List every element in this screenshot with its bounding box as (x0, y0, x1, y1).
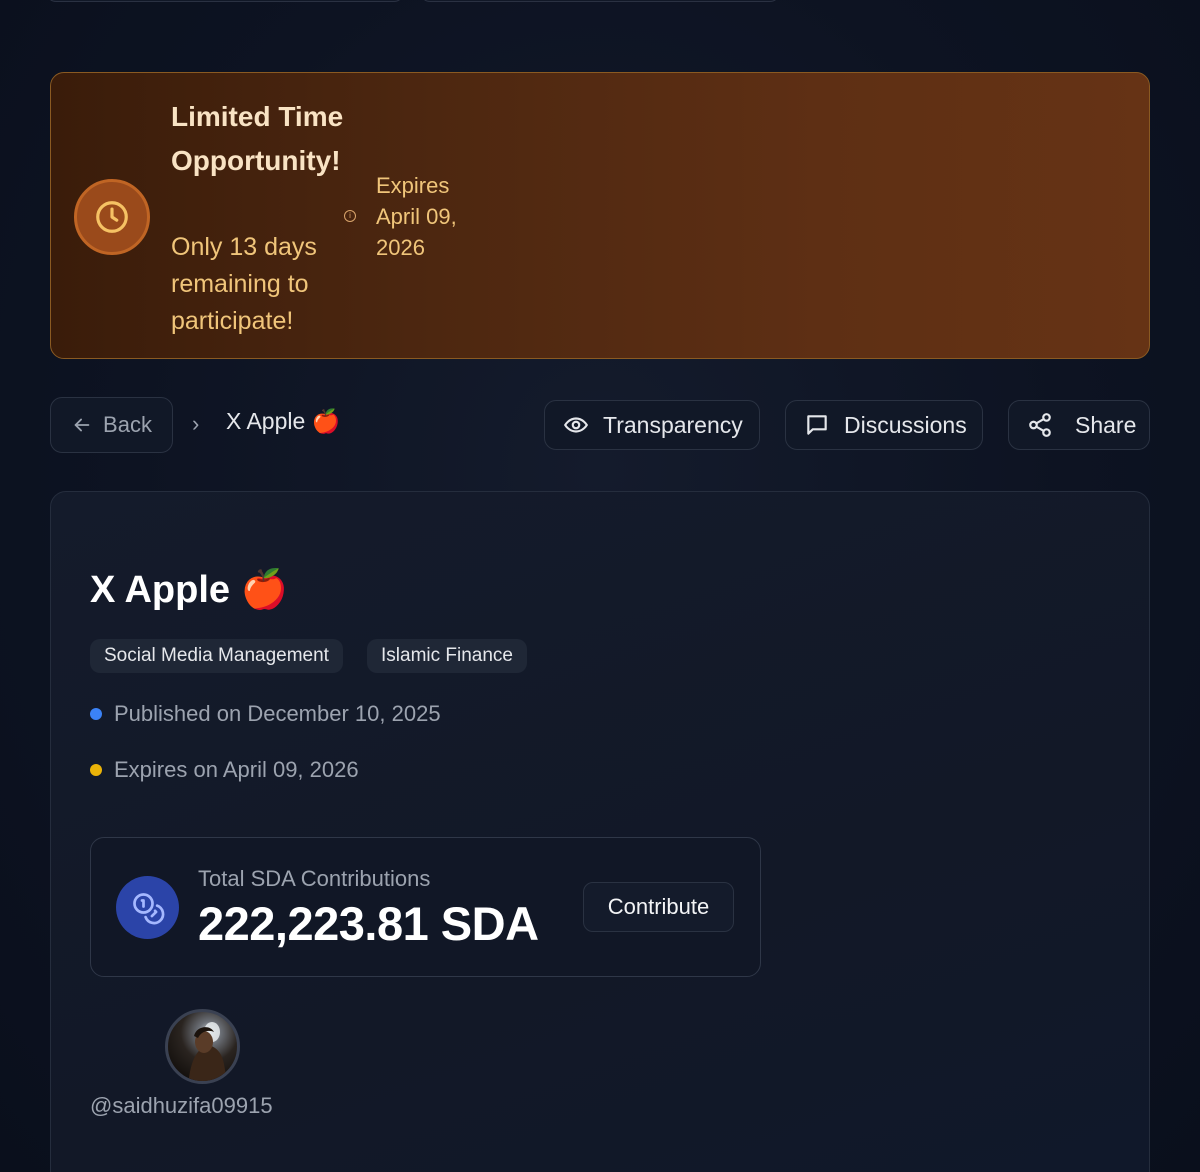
published-date: Published on December 10, 2025 (90, 701, 441, 727)
transparency-label: Transparency (603, 411, 743, 438)
breadcrumb-current: X Apple 🍎 (226, 408, 341, 434)
contributions-label: Total SDA Contributions (198, 866, 431, 891)
chevron-right-icon: › (192, 411, 200, 436)
page: Limited Time Opportunity! i Only 13 days… (0, 0, 1200, 1172)
top-control-partial[interactable] (420, 0, 780, 2)
avatar[interactable] (165, 1009, 240, 1084)
discussions-label: Discussions (844, 411, 967, 438)
banner-expiry: Expires April 09, 2026 (376, 173, 457, 260)
status-dot-blue (90, 708, 102, 720)
owner-username[interactable]: @saidhuzifa09915 (90, 1093, 273, 1119)
clock-icon (74, 179, 150, 255)
coins-icon (116, 876, 179, 939)
share-icon (1029, 413, 1051, 437)
banner-title: Limited Time Opportunity! (171, 101, 344, 176)
back-label: Back (103, 412, 152, 437)
info-icon[interactable]: i (344, 210, 356, 222)
eye-icon (564, 417, 588, 433)
contribute-button[interactable]: Contribute (583, 882, 734, 932)
tag-islamic-finance: Islamic Finance (367, 639, 527, 673)
limited-time-banner: Limited Time Opportunity! i Only 13 days… (50, 72, 1150, 359)
message-square-icon (807, 415, 827, 435)
back-button[interactable]: Back (50, 397, 173, 453)
banner-subtitle: Only 13 days remaining to participate! (171, 233, 317, 335)
published-text: Published on December 10, 2025 (114, 701, 441, 726)
expiry-date: Expires on April 09, 2026 (90, 757, 359, 783)
top-control-partial[interactable] (46, 0, 404, 2)
share-button[interactable]: Share (1008, 400, 1150, 450)
tag-social-media-management: Social Media Management (90, 639, 343, 673)
project-card: X Apple 🍎 Social Media Management Islami… (50, 491, 1150, 1172)
discussions-button[interactable]: Discussions (785, 400, 983, 450)
status-dot-yellow (90, 764, 102, 776)
contributions-amount: 222,223.81 SDA (198, 897, 539, 950)
transparency-button[interactable]: Transparency (544, 400, 760, 450)
share-label: Share (1075, 411, 1137, 438)
expiry-text: Expires on April 09, 2026 (114, 757, 359, 782)
contributions-panel: Total SDA Contributions 222,223.81 SDA C… (90, 837, 761, 977)
arrow-left-icon (74, 418, 90, 432)
project-title: X Apple 🍎 (90, 569, 288, 611)
